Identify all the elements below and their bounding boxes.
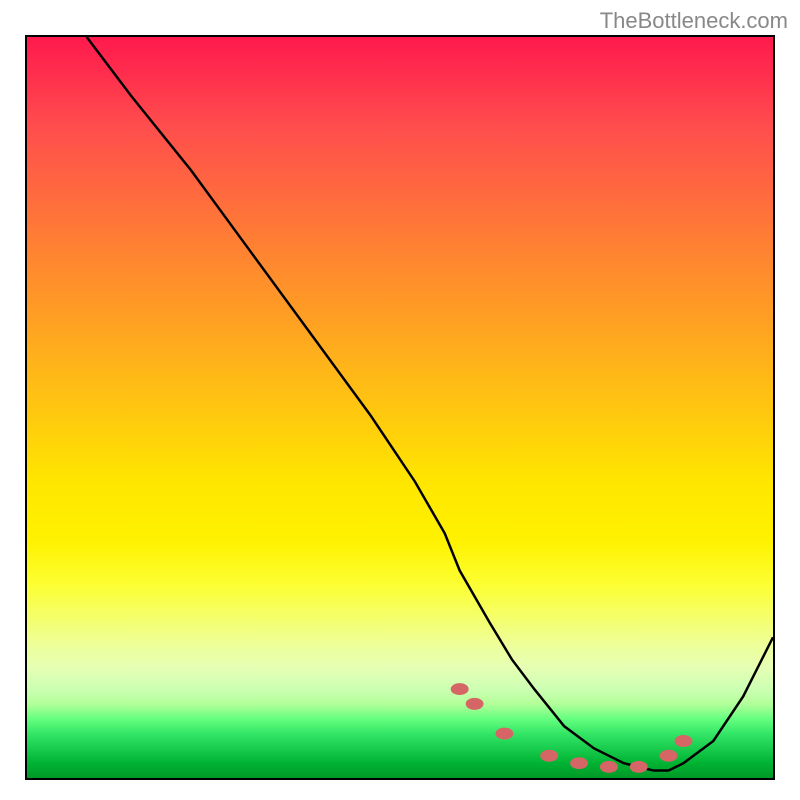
data-marker: [600, 761, 618, 773]
data-marker: [451, 683, 469, 695]
data-marker: [660, 750, 678, 762]
data-marker: [495, 728, 513, 740]
watermark-text: TheBottleneck.com: [600, 8, 788, 34]
data-marker: [466, 698, 484, 710]
data-marker: [630, 761, 648, 773]
curve-markers: [451, 683, 693, 773]
chart-svg: [27, 37, 773, 778]
bottleneck-curve-line: [87, 37, 773, 771]
chart-area: [25, 35, 775, 780]
data-marker: [540, 750, 558, 762]
data-marker: [570, 757, 588, 769]
data-marker: [675, 735, 693, 747]
